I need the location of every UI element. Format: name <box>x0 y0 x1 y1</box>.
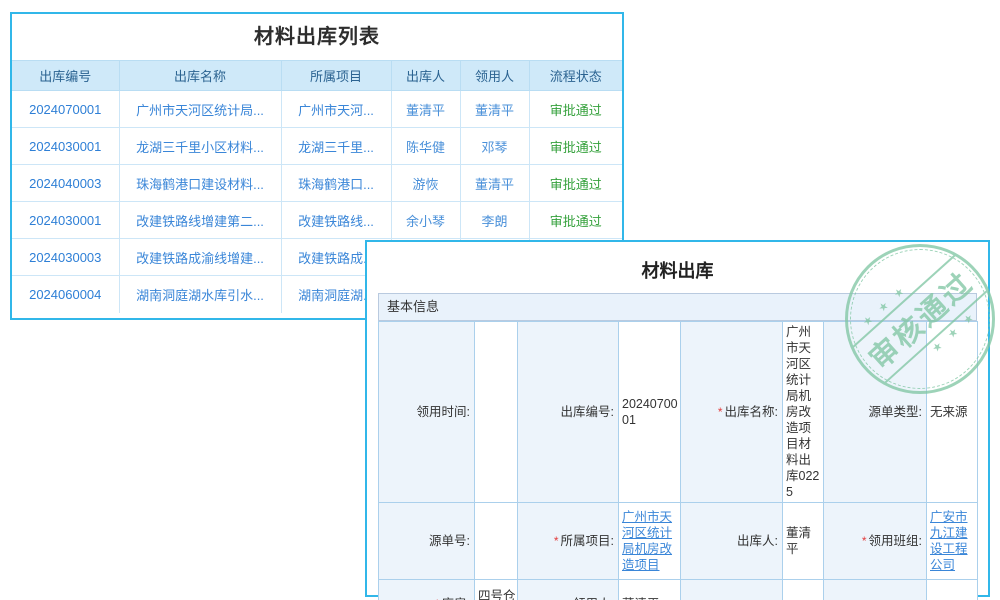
team-link[interactable]: 广安市九江建设工程公司 <box>930 510 968 572</box>
team-label: *领用班组: <box>824 503 927 580</box>
detail-form-table: 领用时间: 出库编号: 2024070001 *出库名称: 广州市天河区统计局机… <box>378 321 978 600</box>
table-row[interactable]: 2024040003 珠海鹤港口建设材料... 珠海鹤港口... 游恢 董清平 … <box>12 165 622 202</box>
required-marker: * <box>554 534 559 548</box>
project-value: 广州市天河区统计局机房改造项目 <box>619 503 681 580</box>
cell-outbound-id[interactable]: 2024040003 <box>12 165 119 202</box>
cell-outbound-name[interactable]: 湖南洞庭湖水库引水... <box>119 276 281 313</box>
detail-panel-title: 材料出库 <box>367 256 988 286</box>
cell-receiver: 李朗 <box>460 202 529 239</box>
required-marker: * <box>862 534 867 548</box>
basic-info-section-header: 基本信息 <box>378 293 977 321</box>
source-type-value: 无来源 <box>927 322 978 503</box>
empty-label-cell <box>824 580 927 600</box>
col-header-outbound-id: 出库编号 <box>12 61 119 91</box>
table-row[interactable]: 2024070001 广州市天河区统计局... 广州市天河... 董清平 董清平… <box>12 91 622 128</box>
material-outbound-detail-panel: 材料出库 基本信息 领用时间: 出库编号: 2024070001 *出库名称: … <box>365 240 990 597</box>
col-header-project: 所属项目 <box>281 61 391 91</box>
form-row-2: 源单号: *所属项目: 广州市天河区统计局机房改造项目 出库人: 董清平 *领用… <box>379 503 978 580</box>
outbound-no-label: 出库编号: <box>518 322 619 503</box>
col-header-receiver: 领用人 <box>460 61 529 91</box>
col-header-issuer: 出库人 <box>391 61 460 91</box>
issuer-label: 出库人: <box>681 503 783 580</box>
source-no-label: 源单号: <box>379 503 475 580</box>
required-marker: * <box>718 405 723 419</box>
list-header-row: 出库编号 出库名称 所属项目 出库人 领用人 流程状态 <box>12 61 622 91</box>
cell-outbound-name[interactable]: 改建铁路线增建第二... <box>119 202 281 239</box>
empty-value-cell <box>783 580 824 600</box>
team-label-text: 领用班组: <box>869 534 922 548</box>
table-row[interactable]: 2024030001 改建铁路线增建第二... 改建铁路线... 余小琴 李朗 … <box>12 202 622 239</box>
cell-outbound-id[interactable]: 2024030001 <box>12 202 119 239</box>
form-row-1: 领用时间: 出库编号: 2024070001 *出库名称: 广州市天河区统计局机… <box>379 322 978 503</box>
cell-issuer: 董清平 <box>391 91 460 128</box>
source-type-label: 源单类型: <box>824 322 927 503</box>
project-label-text: 所属项目: <box>561 534 614 548</box>
receiver-label: 领用人: <box>518 580 619 600</box>
cell-receiver: 董清平 <box>460 165 529 202</box>
cell-issuer: 余小琴 <box>391 202 460 239</box>
cell-project: 广州市天河... <box>281 91 391 128</box>
warehouse-value: 四号仓库 <box>475 580 518 600</box>
source-no-value <box>475 503 518 580</box>
form-row-3: *库房: 四号仓库 领用人: 董清平 <box>379 580 978 600</box>
cell-issuer: 游恢 <box>391 165 460 202</box>
outbound-name-value: 广州市天河区统计局机房改造项目材料出库0225 <box>783 322 824 503</box>
status-badge: 审批通过 <box>529 91 622 128</box>
receiver-value: 董清平 <box>619 580 681 600</box>
cell-outbound-id[interactable]: 2024070001 <box>12 91 119 128</box>
status-badge: 审批通过 <box>529 128 622 165</box>
cell-outbound-id[interactable]: 2024030003 <box>12 239 119 276</box>
table-row[interactable]: 2024030001 龙湖三千里小区材料... 龙湖三千里... 陈华健 邓琴 … <box>12 128 622 165</box>
cell-project: 珠海鹤港口... <box>281 165 391 202</box>
cell-outbound-name[interactable]: 广州市天河区统计局... <box>119 91 281 128</box>
outbound-name-label-text: 出库名称: <box>725 405 778 419</box>
requisition-time-value <box>475 322 518 503</box>
status-badge: 审批通过 <box>529 202 622 239</box>
cell-project: 龙湖三千里... <box>281 128 391 165</box>
cell-receiver: 董清平 <box>460 91 529 128</box>
cell-outbound-name[interactable]: 珠海鹤港口建设材料... <box>119 165 281 202</box>
list-panel-title: 材料出库列表 <box>12 14 622 60</box>
warehouse-label: *库房: <box>379 580 475 600</box>
requisition-time-label: 领用时间: <box>379 322 475 503</box>
cell-outbound-id[interactable]: 2024060004 <box>12 276 119 313</box>
cell-receiver: 邓琴 <box>460 128 529 165</box>
cell-issuer: 陈华健 <box>391 128 460 165</box>
outbound-no-value: 2024070001 <box>619 322 681 503</box>
col-header-status: 流程状态 <box>529 61 622 91</box>
empty-label-cell <box>681 580 783 600</box>
col-header-outbound-name: 出库名称 <box>119 61 281 91</box>
project-label: *所属项目: <box>518 503 619 580</box>
outbound-name-label: *出库名称: <box>681 322 783 503</box>
cell-outbound-id[interactable]: 2024030001 <box>12 128 119 165</box>
issuer-value: 董清平 <box>783 503 824 580</box>
project-link[interactable]: 广州市天河区统计局机房改造项目 <box>622 510 672 572</box>
empty-value-cell <box>927 580 978 600</box>
cell-project: 改建铁路线... <box>281 202 391 239</box>
status-badge: 审批通过 <box>529 165 622 202</box>
cell-outbound-name[interactable]: 改建铁路成渝线增建... <box>119 239 281 276</box>
cell-outbound-name[interactable]: 龙湖三千里小区材料... <box>119 128 281 165</box>
team-value: 广安市九江建设工程公司 <box>927 503 978 580</box>
